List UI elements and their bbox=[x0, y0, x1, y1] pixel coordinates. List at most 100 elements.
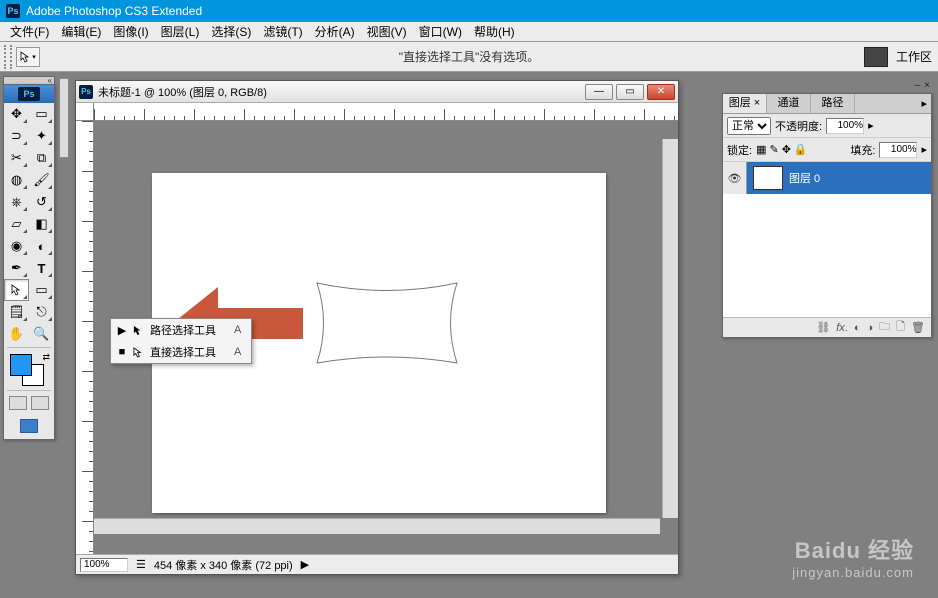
move-tool[interactable]: ✥ bbox=[4, 103, 29, 125]
adjustment-layer-icon[interactable]: ◑ bbox=[867, 322, 874, 334]
link-layers-icon[interactable]: ⛓ bbox=[816, 321, 830, 334]
eraser-tool[interactable]: ▱ bbox=[4, 213, 29, 235]
panels-area: –× 图层 × 通道 路径 ▸ 正常 不透明度: ▸ 锁定: ▦ ✎ ✥ � bbox=[722, 72, 938, 598]
panel-menu-icon[interactable]: ▸ bbox=[917, 94, 931, 113]
horizontal-scrollbar[interactable] bbox=[94, 518, 660, 534]
menu-analysis[interactable]: 分析(A) bbox=[309, 21, 361, 42]
panel-minimize-icon[interactable]: – bbox=[915, 80, 921, 91]
blend-mode-select[interactable]: 正常 bbox=[727, 117, 771, 135]
vertical-ruler[interactable] bbox=[76, 121, 94, 554]
menu-filter[interactable]: 滤镜(T) bbox=[257, 21, 308, 42]
options-message: "直接选择工具"没有选项。 bbox=[399, 48, 540, 65]
options-grip[interactable] bbox=[4, 45, 12, 69]
stamp-tool[interactable]: ⎈ bbox=[4, 191, 29, 213]
lock-all-icon[interactable]: 🔒 bbox=[794, 143, 808, 156]
color-swatches[interactable]: ⇄ bbox=[4, 350, 54, 388]
palette-collapse-icon[interactable]: « bbox=[48, 76, 52, 85]
layer-thumbnail[interactable] bbox=[753, 166, 783, 190]
vertical-scrollbar[interactable] bbox=[662, 139, 678, 518]
horizontal-ruler[interactable] bbox=[94, 103, 678, 121]
history-brush-tool[interactable]: ↺ bbox=[29, 191, 54, 213]
screen-mode-button[interactable] bbox=[20, 419, 38, 433]
menu-view[interactable]: 视图(V) bbox=[361, 21, 413, 42]
eyedropper-tool[interactable]: ⎋ bbox=[29, 301, 54, 323]
heal-tool[interactable]: ◍ bbox=[4, 169, 29, 191]
layer-mask-icon[interactable]: ◐ bbox=[854, 322, 861, 334]
fill-flyout-icon[interactable]: ▸ bbox=[921, 143, 927, 156]
tool-palette-header[interactable]: Ps bbox=[4, 85, 54, 103]
layers-panel: 图层 × 通道 路径 ▸ 正常 不透明度: ▸ 锁定: ▦ ✎ ✥ 🔒 填充: bbox=[722, 93, 932, 338]
status-icon[interactable]: ☰ bbox=[136, 558, 146, 571]
slice-tool[interactable]: ⧉ bbox=[29, 147, 54, 169]
document-dimensions: 454 像素 x 340 像素 (72 ppi) bbox=[154, 557, 293, 573]
lock-fill-row: 锁定: ▦ ✎ ✥ 🔒 填充: ▸ bbox=[723, 138, 931, 162]
wand-tool[interactable]: ✦ bbox=[29, 125, 54, 147]
current-tool-icon[interactable]: ▾ bbox=[16, 47, 40, 67]
menu-edit[interactable]: 编辑(E) bbox=[55, 21, 107, 42]
panel-close-icon[interactable]: × bbox=[924, 80, 930, 91]
lock-transparency-icon[interactable]: ▦ bbox=[756, 143, 766, 156]
app-title: Adobe Photoshop CS3 Extended bbox=[26, 4, 202, 18]
layer-style-icon[interactable]: fx. bbox=[836, 322, 848, 334]
close-button[interactable]: ✕ bbox=[647, 84, 675, 100]
tab-layers[interactable]: 图层 × bbox=[723, 94, 767, 113]
maximize-button[interactable]: ▭ bbox=[616, 84, 644, 100]
zoom-tool[interactable]: 🔍 bbox=[29, 323, 54, 345]
navigator-collapsed-strip[interactable] bbox=[59, 78, 69, 158]
flyout-item-label: 路径选择工具 bbox=[150, 322, 216, 338]
menu-image[interactable]: 图像(I) bbox=[107, 21, 154, 42]
options-bar: ▾ "直接选择工具"没有选项。 工作区 bbox=[0, 42, 938, 72]
menu-layer[interactable]: 图层(L) bbox=[155, 21, 206, 42]
shape-tool[interactable]: ▭ bbox=[29, 279, 54, 301]
hand-tool[interactable]: ✋ bbox=[4, 323, 29, 345]
menu-help[interactable]: 帮助(H) bbox=[468, 21, 521, 42]
menu-window[interactable]: 窗口(W) bbox=[413, 21, 468, 42]
tool-grid: ✥ ▭ ⊃ ✦ ✂ ⧉ ◍ 🖌 ⎈ ↺ ▱ ◧ ◉ ◐ ✒ T ▭ 🗒 ⎋ ✋ … bbox=[4, 103, 54, 439]
pen-tool[interactable]: ✒ bbox=[4, 257, 29, 279]
notes-tool[interactable]: 🗒 bbox=[4, 301, 29, 323]
dodge-tool[interactable]: ◐ bbox=[29, 235, 54, 257]
status-arrow-icon[interactable]: ▶ bbox=[301, 558, 309, 571]
flyout-direct-selection[interactable]: ■ 直接选择工具 A bbox=[111, 341, 251, 363]
lock-pixels-icon[interactable]: ✎ bbox=[769, 143, 778, 156]
new-layer-icon[interactable]: 🗋 bbox=[896, 318, 905, 337]
flyout-path-selection[interactable]: ▶ 路径选择工具 A bbox=[111, 319, 251, 341]
path-shape[interactable] bbox=[312, 273, 462, 373]
minimize-button[interactable]: — bbox=[585, 84, 613, 100]
go-to-bridge-button[interactable] bbox=[864, 47, 888, 67]
layers-panel-tabs: 图层 × 通道 路径 ▸ bbox=[723, 94, 931, 114]
workspace-label[interactable]: 工作区 bbox=[896, 48, 932, 65]
document-titlebar[interactable]: Ps 未标题-1 @ 100% (图层 0, RGB/8) — ▭ ✕ bbox=[76, 81, 678, 103]
layer-group-icon[interactable]: 🗀 bbox=[879, 318, 890, 337]
standard-mode-button[interactable] bbox=[9, 396, 27, 410]
lock-position-icon[interactable]: ✥ bbox=[782, 143, 791, 156]
tab-channels[interactable]: 通道 bbox=[767, 94, 811, 113]
flyout-shortcut: A bbox=[222, 346, 241, 358]
delete-layer-icon[interactable]: 🗑 bbox=[911, 321, 925, 334]
marquee-tool[interactable]: ▭ bbox=[29, 103, 54, 125]
type-tool[interactable]: T bbox=[29, 257, 54, 279]
gradient-tool[interactable]: ◧ bbox=[29, 213, 54, 235]
blur-tool[interactable]: ◉ bbox=[4, 235, 29, 257]
quickmask-mode-button[interactable] bbox=[31, 396, 49, 410]
crop-tool[interactable]: ✂ bbox=[4, 147, 29, 169]
tool-palette: Ps ✥ ▭ ⊃ ✦ ✂ ⧉ ◍ 🖌 ⎈ ↺ ▱ ◧ ◉ ◐ ✒ T ▭ 🗒 ⎋… bbox=[3, 84, 55, 440]
opacity-flyout-icon[interactable]: ▸ bbox=[868, 119, 874, 132]
tab-paths[interactable]: 路径 bbox=[811, 94, 855, 113]
brush-tool[interactable]: 🖌 bbox=[29, 169, 54, 191]
swap-colors-icon[interactable]: ⇄ bbox=[42, 352, 50, 363]
visibility-icon[interactable]: 👁 bbox=[723, 162, 747, 194]
layer-name[interactable]: 图层 0 bbox=[789, 170, 820, 186]
path-selection-icon bbox=[133, 325, 144, 336]
layer-row[interactable]: 👁 图层 0 bbox=[723, 162, 931, 194]
menu-select[interactable]: 选择(S) bbox=[205, 21, 257, 42]
lasso-tool[interactable]: ⊃ bbox=[4, 125, 29, 147]
opacity-field[interactable] bbox=[826, 118, 864, 134]
flyout-marker-icon: ▶ bbox=[117, 324, 127, 337]
zoom-field[interactable]: 100% bbox=[80, 558, 128, 572]
path-selection-tool[interactable] bbox=[4, 279, 29, 301]
fill-field[interactable] bbox=[879, 142, 917, 158]
menu-file[interactable]: 文件(F) bbox=[4, 21, 55, 42]
foreground-color-swatch[interactable] bbox=[10, 354, 32, 376]
ruler-origin[interactable] bbox=[76, 103, 94, 121]
